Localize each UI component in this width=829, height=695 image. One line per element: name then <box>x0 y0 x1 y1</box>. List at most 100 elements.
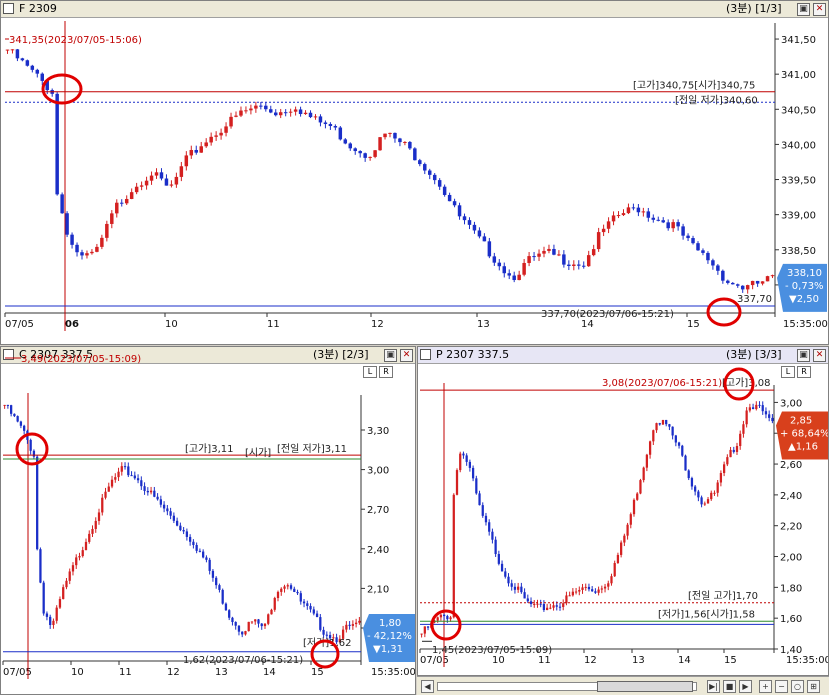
candle-body <box>302 601 306 604</box>
candle-body <box>418 160 422 165</box>
candle-body <box>110 213 114 224</box>
candle-body <box>578 589 581 592</box>
current-pct: - 0,73% <box>785 281 824 292</box>
zoom-fit-icon[interactable]: ⊞ <box>807 680 820 693</box>
candle-body <box>443 614 446 617</box>
low-point-label: 1,45(2023/07/05-15:09) <box>432 645 552 656</box>
candle-body <box>710 492 713 500</box>
candle-body <box>631 207 636 209</box>
candle-body <box>306 603 309 606</box>
candle-body <box>172 515 176 521</box>
candle-body <box>681 445 684 456</box>
zoom-reset-icon[interactable]: ○ <box>791 680 804 693</box>
candle-body <box>188 536 192 542</box>
x-tick-label: 11 <box>119 667 132 678</box>
candle-body <box>557 254 561 256</box>
candle-body <box>632 499 636 515</box>
candle-body <box>338 127 343 140</box>
candle-body <box>587 586 591 590</box>
stop-button[interactable]: ■ <box>723 680 736 693</box>
scroll-end-button[interactable]: ▶| <box>707 680 720 693</box>
candle-body <box>517 586 520 590</box>
candle-body <box>153 490 156 497</box>
candle-body <box>413 148 417 161</box>
candle-body <box>185 531 189 537</box>
left-arrow-icon[interactable]: ◀ <box>421 680 434 693</box>
zoom-out-icon[interactable]: − <box>775 680 788 693</box>
candle-body <box>735 446 739 452</box>
current-price: 2,85 <box>790 416 812 427</box>
y-tick-label: 338,50 <box>781 246 816 257</box>
zoom-in-icon[interactable]: + <box>759 680 772 693</box>
prev-low-annotation: [전일 저가]3,11 <box>277 443 347 455</box>
candle-body <box>179 525 182 531</box>
candle-body <box>745 285 750 290</box>
candle-body <box>468 461 472 468</box>
candle-body <box>101 497 104 513</box>
candle-body <box>269 109 273 113</box>
candle-body <box>23 425 26 431</box>
candle-body <box>621 213 626 216</box>
candle-body <box>239 110 243 116</box>
candle-body <box>303 112 308 115</box>
candle-body <box>694 486 697 492</box>
y-tick-label: 2,20 <box>780 522 802 533</box>
candle-body <box>765 276 770 282</box>
candle-body <box>348 143 352 149</box>
candle-body <box>497 262 502 267</box>
call-candlestick-chart: 3,303,002,702,402,101,8007/0510111213141… <box>2 354 415 679</box>
scroll-thumb[interactable] <box>597 681 693 692</box>
candle-body <box>687 470 690 479</box>
candle-body <box>35 69 40 74</box>
candle-body <box>65 580 68 588</box>
candle-body <box>358 620 361 623</box>
right-arrow-icon[interactable]: ▶ <box>739 680 752 693</box>
candle-body <box>259 105 263 107</box>
y-tick-label: 2,00 <box>780 553 802 564</box>
candle-body <box>408 141 412 149</box>
candle-body <box>393 132 397 139</box>
x-tick-label: 10 <box>165 319 178 330</box>
candle-body <box>6 404 10 406</box>
candle-body <box>603 586 607 589</box>
candle-body <box>658 423 661 425</box>
candle-body <box>260 623 263 627</box>
x-tick-label: 14 <box>678 655 691 666</box>
candle-body <box>651 217 656 220</box>
candle-body <box>552 248 556 255</box>
candle-body <box>691 238 695 244</box>
candle-body <box>491 531 494 540</box>
y-tick-label: 1,80 <box>780 583 802 594</box>
y-tick-label: 2,40 <box>780 491 802 502</box>
x-tick-label: 11 <box>267 319 280 330</box>
x-tick-label: 13 <box>477 319 490 330</box>
candle-body <box>107 486 110 492</box>
low-point-label: 337,70(2023/07/06-15:21) <box>541 309 674 320</box>
candle-body <box>731 282 735 285</box>
candle-body <box>62 587 65 600</box>
candle-body <box>257 619 260 624</box>
candle-body <box>770 275 775 277</box>
candle-body <box>234 115 238 117</box>
candle-body <box>368 156 372 158</box>
candle-body <box>446 616 449 620</box>
candle-body <box>85 253 89 256</box>
candle-body <box>20 58 25 61</box>
candle-body <box>229 116 233 127</box>
candle-body <box>522 262 526 275</box>
candle-body <box>467 220 472 225</box>
candle-body <box>507 273 511 276</box>
candle-body <box>475 478 478 494</box>
candle-body <box>120 466 123 472</box>
low-point-label: 1,62(2023/07/06-15:21) <box>183 655 303 666</box>
candle-body <box>611 215 616 222</box>
candle-body <box>19 421 23 426</box>
chart-scrollbar[interactable]: ◀ ▶| ■ ▶ + − ○ ⊞ <box>417 676 829 695</box>
candle-body <box>676 222 680 227</box>
candle-body <box>16 416 19 422</box>
candle-body <box>768 414 771 418</box>
candle-body <box>194 149 198 153</box>
candle-body <box>264 105 268 110</box>
prev-high-annotation: [전일 고가]1,70 <box>688 590 758 602</box>
candle-body <box>263 623 267 627</box>
